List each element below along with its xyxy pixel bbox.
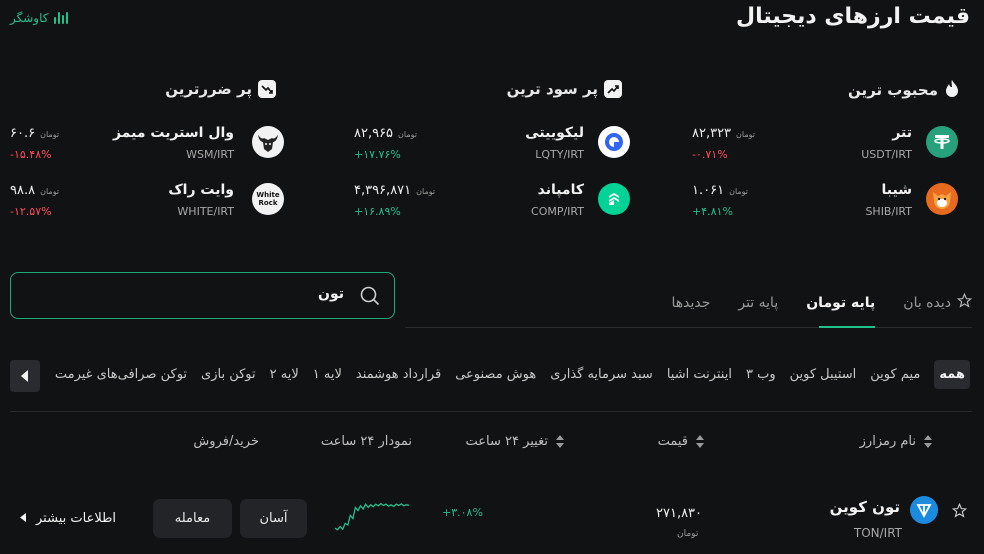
coin-card-wsm[interactable]: وال استریت میمز WSM/IRT ۶۰.۶ تومان -۱۵.۴۸… [10, 125, 284, 174]
tab-toman[interactable]: پایه تومان [806, 295, 875, 311]
category-index[interactable]: سبد سرمایه گذاری [550, 367, 653, 382]
shib-logo [926, 183, 958, 215]
usdt-logo [926, 126, 958, 158]
sort-icon [924, 435, 932, 448]
ton-logo [910, 496, 938, 524]
active-tab-indicator [819, 326, 875, 328]
coin-card-comp[interactable]: کامپاند COMP/IRT ۴,۳۹۶,۸۷۱ تومان +۱۶.۸۹% [354, 182, 630, 231]
header-price[interactable]: قیمت [658, 434, 704, 449]
tab-new[interactable]: جدیدها [671, 295, 710, 311]
more-info-link[interactable]: اطلاعات بیشتر [20, 511, 116, 526]
sort-icon [696, 435, 704, 448]
trade-button[interactable]: معامله [153, 499, 232, 538]
row-coin-pair: TON/IRT [853, 526, 902, 540]
header-change[interactable]: تغییر ۲۴ ساعت [465, 434, 564, 449]
lqty-logo [598, 126, 630, 158]
coin-card-lqty[interactable]: لیکوییتی LQTY/IRT ۸۲,۹۶۵ تومان +۱۷.۷۶% [354, 125, 630, 174]
coin-card-shib[interactable]: شیبا SHIB/IRT ۱.۰۶۱ تومان +۴.۸۱% [692, 182, 972, 231]
page-title: قیمت ارزهای دیجیتال [735, 4, 970, 29]
tabs-divider [405, 327, 972, 328]
trend-up-icon [604, 80, 622, 98]
category-layer1[interactable]: لایه ۱ [313, 367, 342, 382]
section-popular-title: محبوب ترین [848, 79, 960, 101]
category-dex-token[interactable]: توکن صرافی‌های غیرمت [55, 367, 187, 382]
search-input[interactable]: تون [318, 286, 344, 302]
market-tabs: دیده بان پایه تومان پایه تتر جدیدها [671, 292, 973, 312]
explorer-label: کاوشگر [10, 11, 49, 25]
trend-down-icon [258, 80, 276, 98]
category-ai[interactable]: هوش مصنوعی [455, 367, 536, 382]
caret-left-icon [20, 367, 30, 386]
tab-watchlist[interactable]: دیده بان [903, 292, 973, 312]
category-gaming[interactable]: توکن بازی [201, 367, 256, 382]
caret-left-icon [20, 511, 26, 526]
header-chart: نمودار ۲۴ ساعت [320, 434, 412, 449]
coin-card-usdt[interactable]: تتر USDT/IRT ۸۲,۳۲۳ تومان -۰.۷۱% [692, 125, 972, 174]
category-web3[interactable]: وب ۳ [746, 367, 776, 382]
coin-card-white[interactable]: White Rock وایت راک WHITE/IRT ۹۸.۸ تومان … [10, 182, 284, 231]
category-stablecoin[interactable]: استیبل کوین [790, 367, 857, 382]
white-logo: White Rock [252, 183, 284, 215]
section-gainers-title: پر سود ترین [507, 80, 622, 98]
easy-button[interactable]: آسان [240, 499, 307, 538]
category-smart-contract[interactable]: قرارداد هوشمند [356, 367, 441, 382]
category-filters: همه میم کوین استیبل کوین وب ۳ اینترنت اش… [55, 360, 970, 389]
row-change: +۳.۰۸% [442, 506, 483, 519]
search-field[interactable]: تون [10, 272, 395, 319]
category-iot[interactable]: اینترنت اشیا [667, 367, 732, 382]
flame-icon [944, 79, 960, 101]
header-trade: خرید/فروش [193, 434, 259, 449]
table-divider [10, 411, 972, 412]
bar-chart-icon [54, 12, 69, 24]
row-price-unit: تومان [677, 529, 699, 539]
header-symbol[interactable]: نام رمزارز [860, 434, 932, 449]
search-icon [360, 286, 380, 306]
category-meme[interactable]: میم کوین [870, 367, 920, 382]
category-layer2[interactable]: لایه ۲ [270, 367, 299, 382]
section-losers-title: پر ضررترین [165, 80, 276, 98]
sort-icon [556, 435, 564, 448]
row-coin-name[interactable]: تون کوین [830, 498, 900, 516]
categories-scroll-left-button[interactable] [10, 360, 40, 392]
category-all[interactable]: همه [934, 360, 970, 389]
wsm-logo [252, 126, 284, 158]
row-price: ۲۷۱,۸۳۰ [656, 506, 703, 521]
comp-logo [598, 183, 630, 215]
favorite-star-icon[interactable] [951, 502, 968, 522]
sparkline-series [334, 502, 410, 531]
tab-usdt[interactable]: پایه تتر [738, 295, 778, 311]
sparkline-chart [334, 502, 410, 531]
explorer-link[interactable]: کاوشگر [10, 11, 69, 25]
star-icon [956, 292, 973, 312]
